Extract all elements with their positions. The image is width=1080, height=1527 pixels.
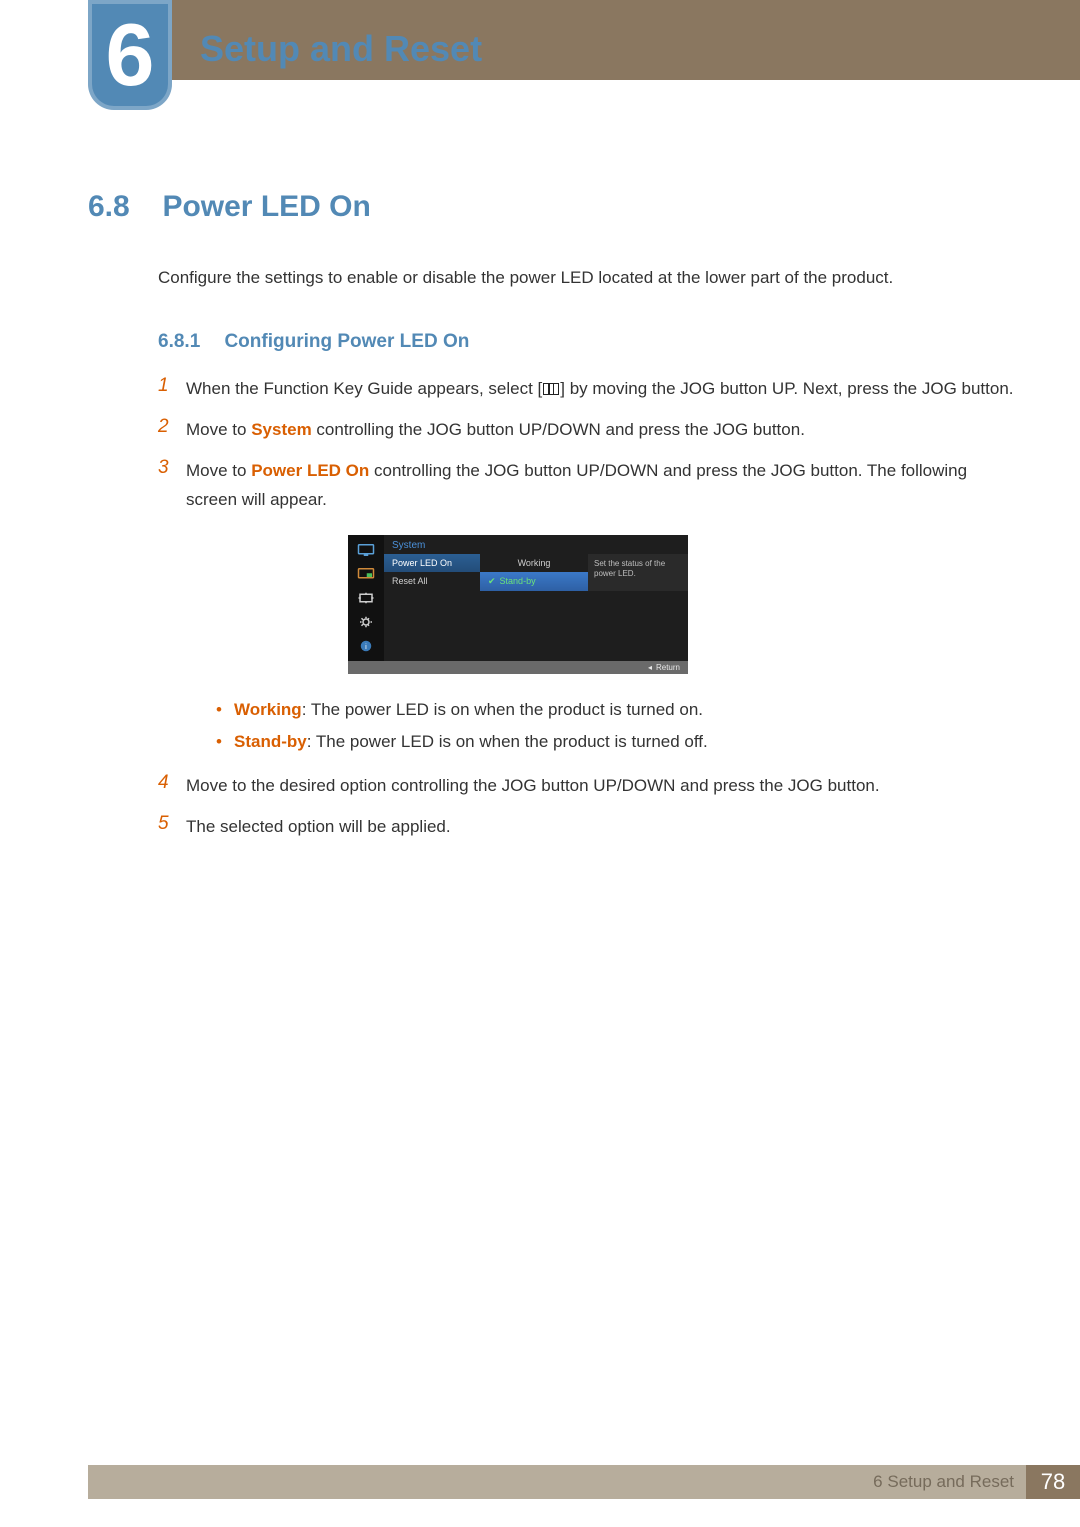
- step-list: 1 When the Function Key Guide appears, s…: [158, 375, 1020, 515]
- step-number: 2: [158, 416, 186, 445]
- osd-header: System: [384, 535, 688, 554]
- step-list-continued: 4 Move to the desired option controlling…: [158, 772, 1020, 842]
- gear-icon: [357, 615, 375, 629]
- bullet-keyword: Working: [234, 700, 302, 719]
- osd-body: i System Power LED On Reset All Working …: [348, 535, 688, 661]
- step-number: 3: [158, 457, 186, 515]
- osd-footer: ◂ Return: [348, 661, 688, 674]
- osd-menu-item: Reset All: [384, 572, 480, 590]
- section-number: 6.8: [88, 190, 158, 224]
- step-text-a: When the Function Key Guide appears, sel…: [186, 379, 542, 398]
- bullet-item: •Working: The power LED is on when the p…: [216, 694, 1020, 726]
- step-text: Move to Power LED On controlling the JOG…: [186, 457, 1020, 515]
- return-arrow-icon: ◂: [648, 663, 652, 672]
- step-keyword: Power LED On: [251, 461, 369, 480]
- chapter-number: 6: [106, 11, 155, 99]
- step-text-b: controlling the JOG button UP/DOWN and p…: [312, 420, 805, 439]
- osd-option-selected: Stand-by: [480, 572, 588, 591]
- resize-icon: [357, 591, 375, 605]
- bullet-dot: •: [216, 694, 234, 726]
- bullet-text: : The power LED is on when the product i…: [307, 732, 708, 751]
- subsection-number: 6.8.1: [158, 331, 220, 353]
- osd-menu-list: Power LED On Reset All: [384, 554, 480, 591]
- pip-icon: [357, 567, 375, 581]
- step-text-a: Move to: [186, 420, 251, 439]
- footer-text: 6 Setup and Reset: [873, 1472, 1014, 1492]
- step-text: Move to the desired option controlling t…: [186, 772, 880, 801]
- bullet-text: : The power LED is on when the product i…: [302, 700, 703, 719]
- step-2: 2 Move to System controlling the JOG but…: [158, 416, 1020, 445]
- chapter-badge: 6: [88, 0, 172, 110]
- info-icon: i: [357, 639, 375, 653]
- step-number: 4: [158, 772, 186, 801]
- step-3: 3 Move to Power LED On controlling the J…: [158, 457, 1020, 515]
- osd-return-label: Return: [656, 663, 680, 672]
- osd-panel: i System Power LED On Reset All Working …: [348, 535, 688, 674]
- osd-icon-column: i: [348, 535, 384, 661]
- menu-icon: [543, 383, 559, 395]
- step-text-b: ] by moving the JOG button UP. Next, pre…: [560, 379, 1013, 398]
- bullet-keyword: Stand-by: [234, 732, 307, 751]
- page-number: 78: [1026, 1465, 1080, 1499]
- bullet-list: •Working: The power LED is on when the p…: [216, 694, 1020, 759]
- osd-main: System Power LED On Reset All Working St…: [384, 535, 688, 661]
- page-content: 6.8 Power LED On Configure the settings …: [88, 190, 1020, 854]
- osd-option: Working: [480, 554, 588, 572]
- osd-menu-item-selected: Power LED On: [384, 554, 480, 572]
- osd-screenshot: i System Power LED On Reset All Working …: [348, 535, 1020, 674]
- step-4: 4 Move to the desired option controlling…: [158, 772, 1020, 801]
- bullet-item: •Stand-by: The power LED is on when the …: [216, 726, 1020, 758]
- monitor-icon: [357, 543, 375, 557]
- subsection-heading: 6.8.1 Configuring Power LED On: [158, 331, 1020, 353]
- step-text: The selected option will be applied.: [186, 813, 451, 842]
- bullet-dot: •: [216, 726, 234, 758]
- section-title: Power LED On: [162, 190, 370, 224]
- osd-columns: Power LED On Reset All Working Stand-by …: [384, 554, 688, 591]
- step-number: 1: [158, 375, 186, 404]
- step-text-a: Move to: [186, 461, 251, 480]
- step-1: 1 When the Function Key Guide appears, s…: [158, 375, 1020, 404]
- section-heading: 6.8 Power LED On: [88, 190, 1020, 224]
- osd-option-list: Working Stand-by: [480, 554, 588, 591]
- section-intro: Configure the settings to enable or disa…: [158, 264, 1020, 291]
- step-number: 5: [158, 813, 186, 842]
- step-keyword: System: [251, 420, 311, 439]
- footer-bar: 6 Setup and Reset 78: [88, 1465, 1080, 1499]
- step-text: Move to System controlling the JOG butto…: [186, 416, 805, 445]
- step-text: When the Function Key Guide appears, sel…: [186, 375, 1014, 404]
- osd-help-text: Set the status of the power LED.: [588, 554, 688, 591]
- step-5: 5 The selected option will be applied.: [158, 813, 1020, 842]
- chapter-title: Setup and Reset: [200, 28, 482, 70]
- subsection-title: Configuring Power LED On: [224, 331, 469, 353]
